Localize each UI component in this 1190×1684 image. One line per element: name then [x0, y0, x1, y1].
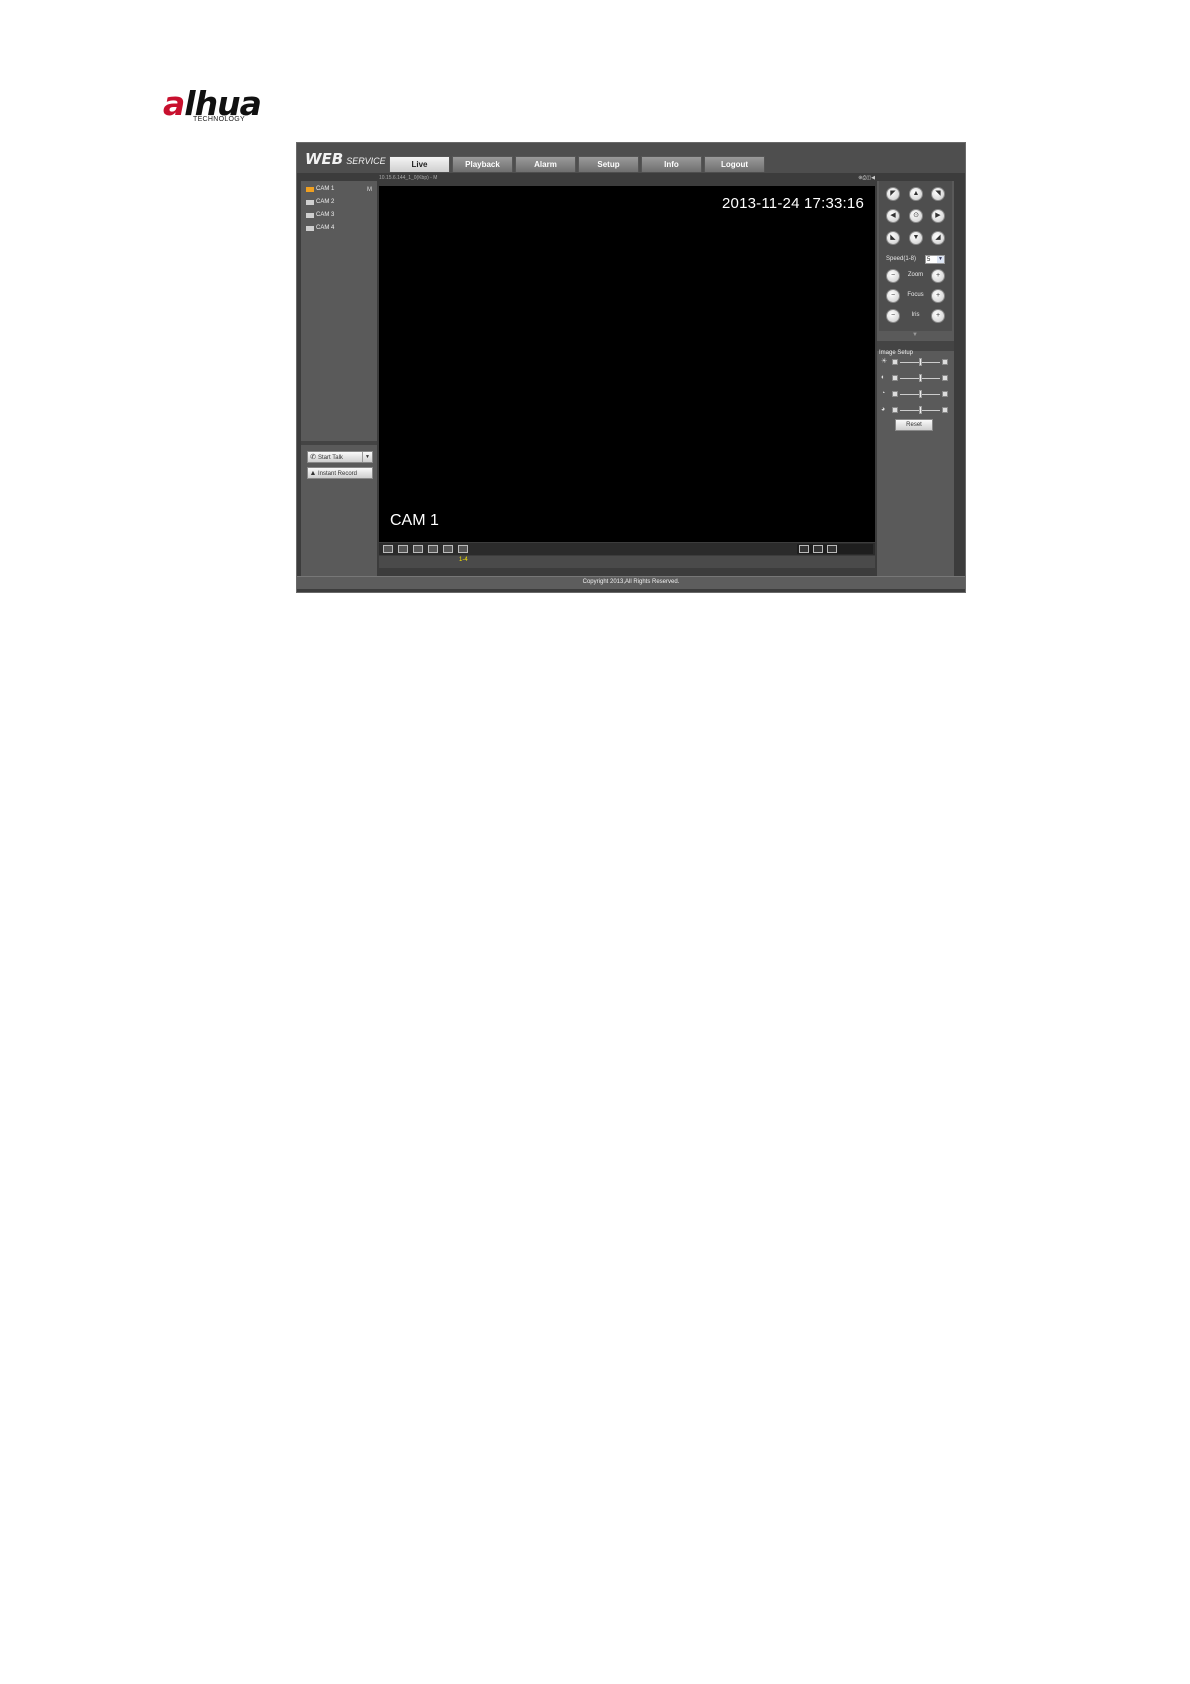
camera-icon [306, 186, 314, 192]
contrast-decrease-button[interactable] [892, 375, 898, 381]
video-info-bar: 10.15.6.144_1_0(Kbp) - M ⊕⎙◫◀ [379, 175, 875, 184]
pan-left-button[interactable]: ◀ [886, 209, 900, 223]
dahua-logo: alhua TECHNOLOGY [163, 86, 283, 126]
hue-increase-button[interactable] [942, 407, 948, 413]
copyright-text: Copyright 2013,All Rights Reserved. [582, 579, 680, 585]
focus-label: Focus [907, 292, 924, 298]
ptz-controls: ◤ ▲ ◥ ◀ ⊙ ▶ ◣ ▼ ◢ Speed(1-8) 5 ▼ − Zoom … [879, 181, 952, 331]
fullscreen-icon[interactable] [827, 545, 837, 553]
panel-divider [301, 441, 377, 445]
tab-setup[interactable]: Setup [578, 156, 639, 172]
tab-info[interactable]: Info [641, 156, 702, 172]
camera-icon [306, 199, 314, 205]
focus-far-button[interactable]: + [931, 289, 945, 303]
camera-icon [306, 225, 314, 231]
view-mode-group [797, 544, 873, 554]
chevron-down-icon[interactable]: ▼ [362, 452, 372, 462]
zoom-out-button[interactable]: − [886, 269, 900, 283]
pan-right-button[interactable]: ▶ [931, 209, 945, 223]
video-window[interactable]: 2013-11-24 17:33:16 CAM 1 [379, 186, 875, 542]
reset-button[interactable]: Reset [895, 419, 933, 431]
channel-item-cam1[interactable]: CAM 1 [306, 183, 334, 195]
tab-playback[interactable]: Playback [452, 156, 513, 172]
focus-near-button[interactable]: − [886, 289, 900, 303]
collapse-icon[interactable]: ▼ [912, 332, 918, 338]
layout-single-icon[interactable] [443, 545, 453, 553]
channel-panel: CAM 1 M CAM 2 CAM 3 CAM 4 ✆ Start Talk ▼ … [301, 181, 377, 581]
channel-item-cam3[interactable]: CAM 3 [306, 209, 334, 221]
chevron-down-icon: ▼ [937, 256, 944, 263]
layout-9-icon[interactable] [413, 545, 423, 553]
saturation-increase-button[interactable] [942, 391, 948, 397]
layout-4-icon[interactable] [398, 545, 408, 553]
osd-timestamp: 2013-11-24 17:33:16 [722, 195, 864, 212]
stream-info: 10.15.6.144_1_0(Kbp) - M [379, 175, 438, 181]
sun-icon: ☀ [881, 358, 888, 365]
tab-alarm[interactable]: Alarm [515, 156, 576, 172]
top-bar: WEB SERVICE Live Playback Alarm Setup Inf… [297, 143, 965, 173]
camera-icon [306, 212, 314, 218]
phone-icon: ✆ [310, 454, 316, 461]
speed-select[interactable]: 5 ▼ [925, 255, 945, 264]
channel-item-cam4[interactable]: CAM 4 [306, 222, 334, 234]
speed-label: Speed(1-8) [886, 256, 917, 262]
saturation-decrease-button[interactable] [892, 391, 898, 397]
fit-window-icon[interactable] [813, 545, 823, 553]
brightness-decrease-button[interactable] [892, 359, 898, 365]
pan-down-button[interactable]: ▼ [909, 231, 923, 245]
layout-1-icon[interactable] [383, 545, 393, 553]
channel-page-bar: 1-4 [379, 556, 875, 568]
main-stream-flag[interactable]: M [367, 187, 372, 193]
contrast-icon: ◐ [881, 374, 886, 381]
web-service-window: WEB SERVICE Live Playback Alarm Setup Inf… [296, 142, 966, 593]
page-link[interactable]: 1-4 [459, 557, 468, 563]
original-size-icon[interactable] [799, 545, 809, 553]
slider-thumb[interactable] [918, 358, 922, 366]
saturation-icon: ◔ [881, 390, 886, 397]
logo-subtitle: TECHNOLOGY [193, 116, 246, 123]
instant-record-button[interactable]: ▲ Instant Record [307, 467, 373, 479]
hue-slider[interactable]: ◕ [880, 405, 950, 415]
zoom-label: Zoom [907, 272, 924, 278]
channel-list: CAM 1 M CAM 2 CAM 3 CAM 4 [301, 181, 377, 441]
image-setup-header: Image Setup [877, 341, 954, 356]
brand-service: SERVICE [346, 156, 386, 166]
layout-custom-icon[interactable] [458, 545, 468, 553]
pan-down-left-button[interactable]: ◣ [886, 231, 900, 245]
pan-up-left-button[interactable]: ◤ [886, 187, 900, 201]
slider-thumb[interactable] [918, 390, 922, 398]
main-tabs: Live Playback Alarm Setup Info Logout [389, 156, 767, 172]
ptz-center-button[interactable]: ⊙ [909, 209, 923, 223]
hue-decrease-button[interactable] [892, 407, 898, 413]
hue-icon: ◕ [881, 406, 886, 413]
pan-up-button[interactable]: ▲ [909, 187, 923, 201]
saturation-slider[interactable]: ◔ [880, 389, 950, 399]
footer: Copyright 2013,All Rights Reserved. [297, 576, 965, 589]
brightness-slider[interactable]: ☀ [880, 357, 950, 367]
brand: WEB SERVICE [305, 150, 386, 169]
slider-thumb[interactable] [918, 406, 922, 414]
pan-down-right-button[interactable]: ◢ [931, 231, 945, 245]
slider-thumb[interactable] [918, 374, 922, 382]
tab-logout[interactable]: Logout [704, 156, 765, 172]
contrast-slider[interactable]: ◐ [880, 373, 950, 383]
ptz-panel: ◤ ▲ ◥ ◀ ⊙ ▶ ◣ ▼ ◢ Speed(1-8) 5 ▼ − Zoom … [877, 181, 954, 581]
contrast-increase-button[interactable] [942, 375, 948, 381]
tab-live[interactable]: Live [389, 156, 450, 172]
warning-icon: ▲ [309, 470, 317, 477]
zoom-in-button[interactable]: + [931, 269, 945, 283]
channel-item-cam2[interactable]: CAM 2 [306, 196, 334, 208]
iris-label: Iris [911, 312, 920, 318]
iris-open-button[interactable]: + [931, 309, 945, 323]
video-tool-icons[interactable]: ⊕⎙◫◀ [858, 175, 875, 181]
view-layout-bar [379, 543, 875, 555]
start-talk-button[interactable]: ✆ Start Talk ▼ [307, 451, 373, 463]
brand-web: WEB [305, 150, 344, 168]
brightness-increase-button[interactable] [942, 359, 948, 365]
osd-channel-name: CAM 1 [390, 512, 439, 529]
pan-up-right-button[interactable]: ◥ [931, 187, 945, 201]
layout-16-icon[interactable] [428, 545, 438, 553]
iris-close-button[interactable]: − [886, 309, 900, 323]
